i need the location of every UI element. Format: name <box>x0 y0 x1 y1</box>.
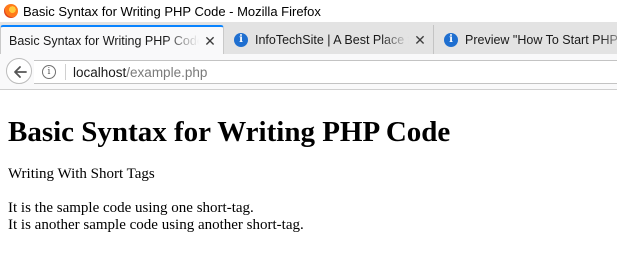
close-icon[interactable]: ✕ <box>203 34 217 48</box>
url-host: localhost <box>73 64 127 80</box>
url-path: /example.php <box>126 64 208 80</box>
window-title: Basic Syntax for Writing PHP Code - Mozi… <box>23 3 321 19</box>
tab-preview[interactable]: i Preview "How To Start PHP <box>436 25 617 54</box>
site-info-icon[interactable]: i <box>42 65 56 79</box>
sample-line-2: It is another sample code using another … <box>8 217 304 233</box>
info-icon: i <box>234 32 248 47</box>
tab-label: Preview "How To Start PHP <box>465 32 617 47</box>
page-title: Basic Syntax for Writing PHP Code <box>8 116 451 148</box>
close-icon[interactable]: ✕ <box>413 33 427 47</box>
window-titlebar: Basic Syntax for Writing PHP Code - Mozi… <box>0 0 617 22</box>
info-icon: i <box>444 32 458 47</box>
tab-label: InfoTechSite | A Best Place for <box>255 32 409 47</box>
subheading-text: Writing With Short Tags <box>8 166 155 182</box>
firefox-icon <box>4 4 18 18</box>
tab-label: Basic Syntax for Writing PHP Code <box>9 33 199 48</box>
page-content: Basic Syntax for Writing PHP Code Writin… <box>8 90 608 234</box>
sample-line-1: It is the sample code using one short-ta… <box>8 200 254 216</box>
url-divider <box>65 64 66 80</box>
back-button[interactable] <box>6 58 32 84</box>
tab-basic-syntax[interactable]: Basic Syntax for Writing PHP Code ✕ <box>0 25 224 54</box>
url-bar[interactable]: i localhost/example.php <box>34 60 617 84</box>
arrow-left-icon <box>14 66 27 78</box>
navigation-toolbar: i localhost/example.php <box>0 54 617 90</box>
tab-strip: Basic Syntax for Writing PHP Code ✕ i In… <box>0 22 617 54</box>
tab-infotechsite[interactable]: i InfoTechSite | A Best Place for ✕ <box>226 25 434 54</box>
